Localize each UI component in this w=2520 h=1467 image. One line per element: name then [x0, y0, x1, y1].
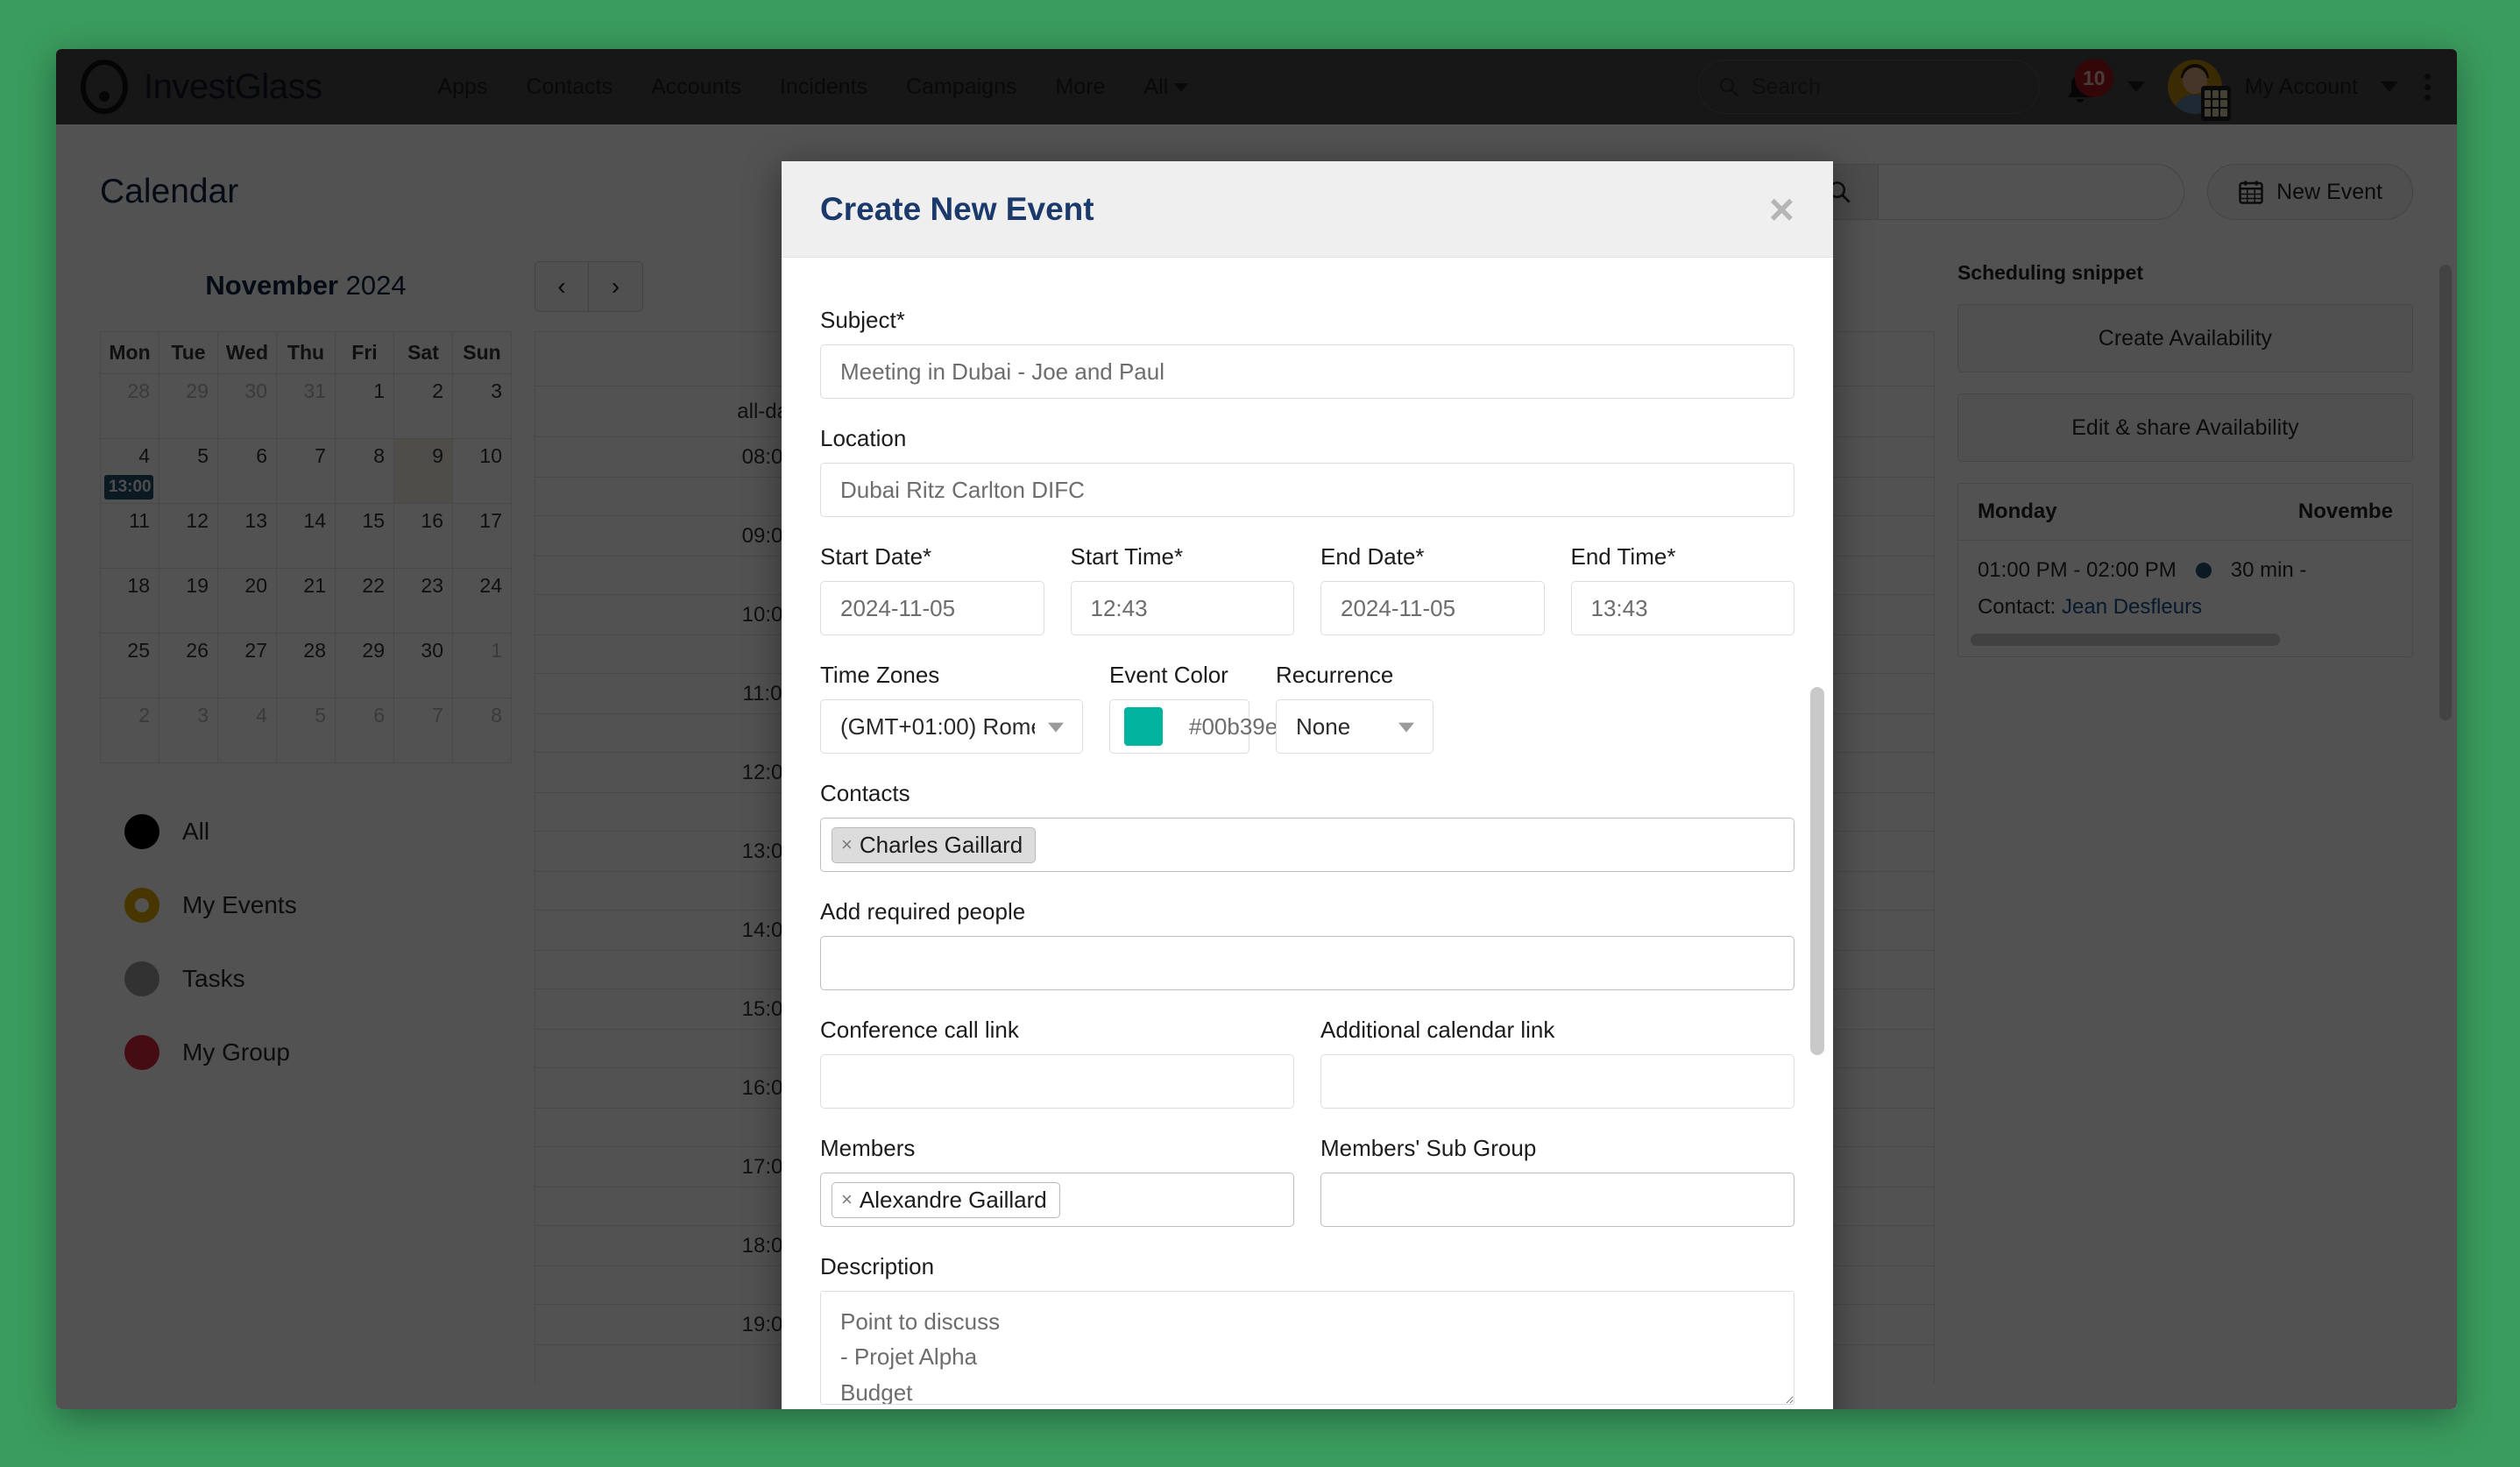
contacts-field-group: Contacts × Charles Gaillard [820, 780, 1794, 872]
modal-header: Create New Event × [782, 161, 1833, 258]
application-window: InvestGlass Apps Contacts Accounts Incid… [56, 49, 2457, 1409]
required-people-input[interactable] [820, 936, 1794, 990]
start-date-label: Start Date* [820, 543, 932, 570]
contact-chip-label: Charles Gaillard [859, 831, 1023, 858]
contact-chip[interactable]: × Charles Gaillard [832, 826, 1037, 863]
start-date-input[interactable] [820, 581, 1044, 635]
location-field-group: Location [820, 425, 1794, 517]
start-date-field-group: Start Date* [820, 543, 1044, 635]
subject-label: Subject* [820, 307, 905, 333]
recurrence-select[interactable]: None [1276, 699, 1433, 754]
recurrence-field-group: Recurrence None [1276, 662, 1433, 754]
description-textarea[interactable]: Point to discuss - Projet Alpha Budget [820, 1291, 1794, 1405]
datetime-row: Start Date* Start Time* End Date* End Ti… [820, 543, 1794, 662]
remove-chip-icon[interactable]: × [841, 833, 853, 856]
event-color-swatch[interactable] [1124, 707, 1163, 746]
start-time-field-group: Start Time* [1070, 543, 1294, 635]
desktop-background: InvestGlass Apps Contacts Accounts Incid… [0, 0, 2520, 1467]
time-zones-select-wrap: (GMT+01:00) Rome [820, 699, 1083, 754]
modal-vertical-scrollbar[interactable] [1810, 687, 1824, 1055]
end-time-input[interactable] [1570, 581, 1794, 635]
member-chip-label: Alexandre Gaillard [859, 1186, 1047, 1213]
description-label: Description [820, 1253, 935, 1279]
members-field-group: Members × Alexandre Gaillard [820, 1135, 1294, 1227]
member-chip[interactable]: × Alexandre Gaillard [832, 1181, 1060, 1218]
location-label: Location [820, 425, 907, 451]
subject-field-group: Subject* [820, 307, 1794, 399]
event-color-hex: #00b39e [1189, 712, 1278, 740]
end-date-input[interactable] [1320, 581, 1545, 635]
required-people-field-group: Add required people [820, 898, 1794, 990]
additional-calendar-link-field-group: Additional calendar link [1320, 1017, 1794, 1109]
remove-chip-icon[interactable]: × [841, 1188, 853, 1211]
time-zones-field-group: Time Zones (GMT+01:00) Rome [820, 662, 1083, 754]
members-row: Members × Alexandre Gaillard Members' Su… [820, 1135, 1794, 1253]
end-time-label: End Time* [1570, 543, 1676, 570]
timezone-color-recurrence-row: Time Zones (GMT+01:00) Rome Event Color [820, 662, 1794, 780]
links-row: Conference call link Additional calendar… [820, 1017, 1794, 1135]
event-color-label: Event Color [1109, 662, 1228, 688]
modal-body: Subject* Location Start Date* Start Time… [782, 258, 1833, 1409]
start-time-label: Start Time* [1070, 543, 1184, 570]
additional-calendar-link-input[interactable] [1320, 1054, 1794, 1109]
additional-calendar-link-label: Additional calendar link [1320, 1017, 1555, 1043]
time-zones-select[interactable]: (GMT+01:00) Rome [820, 699, 1083, 754]
modal-title: Create New Event [820, 190, 1094, 227]
recurrence-select-wrap: None [1276, 699, 1433, 754]
recurrence-label: Recurrence [1276, 662, 1394, 688]
create-new-event-modal: Create New Event × Subject* Location Sta… [782, 161, 1833, 1409]
required-people-label: Add required people [820, 898, 1026, 925]
conference-link-label: Conference call link [820, 1017, 1019, 1043]
end-time-field-group: End Time* [1570, 543, 1794, 635]
event-color-field[interactable]: #00b39e [1109, 699, 1278, 754]
time-zones-label: Time Zones [820, 662, 940, 688]
end-date-field-group: End Date* [1320, 543, 1545, 635]
members-sub-group-field-group: Members' Sub Group [1320, 1135, 1794, 1227]
conference-link-field-group: Conference call link [820, 1017, 1294, 1109]
subject-input[interactable] [820, 344, 1794, 399]
conference-link-input[interactable] [820, 1054, 1294, 1109]
members-label: Members [820, 1135, 916, 1161]
location-input[interactable] [820, 463, 1794, 517]
members-tag-input[interactable]: × Alexandre Gaillard [820, 1173, 1294, 1227]
close-icon[interactable]: × [1769, 188, 1794, 231]
members-sub-group-label: Members' Sub Group [1320, 1135, 1537, 1161]
end-date-label: End Date* [1320, 543, 1425, 570]
contacts-label: Contacts [820, 780, 910, 806]
start-time-input[interactable] [1070, 581, 1294, 635]
event-color-field-group: Event Color #00b39e [1109, 662, 1278, 754]
description-field-group: Description Point to discuss - Projet Al… [820, 1253, 1794, 1409]
contacts-tag-input[interactable]: × Charles Gaillard [820, 818, 1794, 872]
members-sub-group-input[interactable] [1320, 1173, 1794, 1227]
